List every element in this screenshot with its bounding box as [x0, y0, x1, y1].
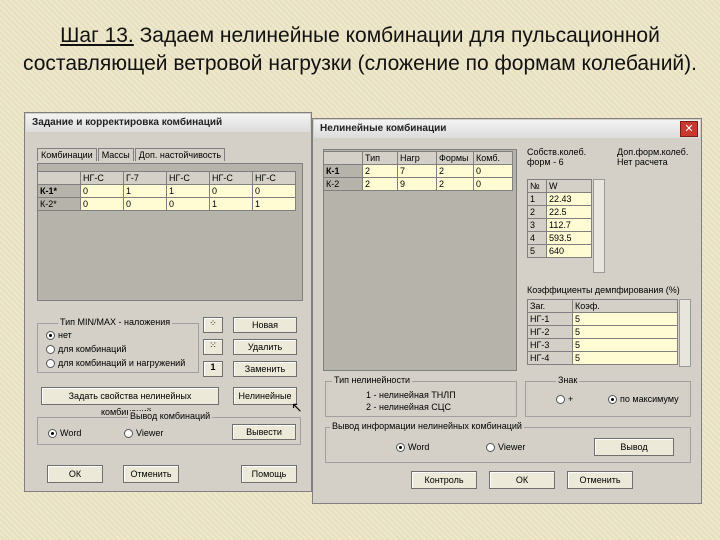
- cancel-button[interactable]: Отменить: [567, 471, 633, 489]
- combinations-table: НГ-С Г-7 НГ-С НГ-С НГ-С К-1* 0 1 1 0 0 К…: [37, 171, 296, 211]
- delete-button[interactable]: Удалить: [233, 339, 297, 355]
- tab-extra[interactable]: Доп. настойчивость: [134, 148, 226, 161]
- radio-icon: [396, 443, 405, 453]
- ok-button[interactable]: ОК: [47, 465, 103, 483]
- radio-none[interactable]: нет: [46, 330, 72, 341]
- ok-button[interactable]: ОК: [489, 471, 555, 489]
- table-row[interactable]: 3 112.7: [527, 218, 592, 232]
- nonlinear-type-group: Тип нелинейности 1 - нелинейная ТНЛП 2 -…: [325, 375, 517, 417]
- replace-button[interactable]: Заменить: [233, 361, 297, 377]
- tab-bar: Комбинации Массы Доп. настойчивость: [37, 148, 226, 161]
- tab-combinations[interactable]: Комбинации: [37, 148, 97, 161]
- combinations-window-titlebar: Задание и корректировка комбинаций: [26, 114, 310, 132]
- table-row[interactable]: К-1 2 7 2 0: [323, 164, 513, 178]
- nonlinear-type-title: Тип нелинейности: [332, 375, 413, 385]
- sign-group: Знак + по максимуму: [525, 375, 691, 417]
- table-row[interactable]: К-1* 0 1 1 0 0: [37, 184, 296, 198]
- new-button[interactable]: Новая: [233, 317, 297, 333]
- tool-icon-button[interactable]: ⁘: [203, 317, 223, 333]
- cancel-button[interactable]: Отменить: [123, 465, 179, 483]
- radio-icon: [486, 443, 495, 453]
- title-step: Шаг 13.: [60, 24, 134, 47]
- nonlinear-type-line: 2 - нелинейная СЦС: [366, 402, 451, 412]
- output-group: Вывод комбинаций Word Viewer Вывести: [37, 411, 301, 445]
- forms-scrollbar[interactable]: [593, 179, 605, 273]
- tool-icon-button[interactable]: ⁙: [203, 339, 223, 355]
- table-row[interactable]: НГ-4 5: [527, 351, 678, 365]
- table-header: №: [527, 179, 547, 193]
- nonlinear-type-line: 1 - нелинейная ТНЛП: [366, 390, 456, 400]
- radio-icon: [46, 331, 55, 341]
- close-icon[interactable]: ✕: [680, 121, 698, 137]
- table-header: НГ-С: [166, 171, 210, 185]
- combinations-window: Задание и корректировка комбинаций Комби…: [24, 112, 312, 492]
- slide-title: Шаг 13. Задаем нелинейные комбинации для…: [20, 22, 700, 78]
- nonlinear-combinations-window: Нелинейные комбинации ✕ Тип Нагр Формы К…: [312, 118, 702, 504]
- radio-viewer[interactable]: Viewer: [124, 428, 163, 439]
- sign-title: Знак: [556, 375, 580, 385]
- radio-sign-max[interactable]: по максимуму: [608, 394, 679, 405]
- table-row[interactable]: 2 22.5: [527, 205, 592, 219]
- table-header: [37, 171, 81, 185]
- help-button[interactable]: Помощь: [241, 465, 297, 483]
- output-button[interactable]: Вывести: [232, 424, 296, 440]
- output-button[interactable]: Вывод: [594, 438, 674, 456]
- damping-label: Коэффициенты демпфирования (%): [527, 285, 680, 295]
- minmax-group-title: Тип MIN/MAX - наложения: [58, 317, 173, 327]
- nonlinear-window-title: Нелинейные комбинации: [320, 123, 447, 134]
- nonlinear-output-title: Вывод информации нелинейных комбинаций: [330, 421, 524, 431]
- forms-table: № W 1 22.43 2 22.5 3 112.7 4 593.5 5 640: [527, 179, 592, 258]
- tab-masses[interactable]: Массы: [97, 148, 134, 161]
- table-header: НГ-С: [80, 171, 124, 185]
- table-header: W: [546, 179, 592, 193]
- nonlinear-table: Тип Нагр Формы Комб. К-1 2 7 2 0 К-2 2 9…: [323, 151, 513, 191]
- mouse-cursor-icon: ↖: [291, 399, 303, 415]
- add-forms-label: Доп.форм.колеб. Нет расчета: [617, 147, 689, 167]
- table-row[interactable]: НГ-1 5: [527, 312, 678, 326]
- table-header: Заг.: [527, 299, 573, 313]
- radio-icon: [48, 429, 57, 439]
- table-row[interactable]: НГ-3 5: [527, 338, 678, 352]
- damping-table: Заг. Коэф. НГ-1 5 НГ-2 5 НГ-3 5 НГ-4 5: [527, 299, 678, 365]
- own-forms-label: Собств.колеб. форм - 6: [527, 147, 587, 167]
- table-header: НГ-С: [252, 171, 296, 185]
- radio-icon: [46, 359, 55, 369]
- table-row[interactable]: К-2 2 9 2 0: [323, 177, 513, 191]
- radio-icon: [556, 395, 565, 405]
- table-header: Комб.: [473, 151, 513, 165]
- damping-scrollbar[interactable]: [679, 299, 691, 367]
- table-row[interactable]: К-2* 0 0 0 1 1: [37, 197, 296, 211]
- table-row[interactable]: 5 640: [527, 244, 592, 258]
- table-row[interactable]: НГ-2 5: [527, 325, 678, 339]
- table-header: Г-7: [123, 171, 167, 185]
- table-row[interactable]: 1 22.43: [527, 192, 592, 206]
- radio-icon: [608, 395, 617, 405]
- number-one-icon[interactable]: 1: [203, 361, 223, 377]
- table-header: Тип: [362, 151, 398, 165]
- nonlinear-button[interactable]: Нелинейные: [233, 387, 297, 405]
- radio-icon: [46, 345, 55, 355]
- radio-combinations-loads[interactable]: для комбинаций и нагружений: [46, 358, 185, 369]
- nonlinear-window-titlebar: Нелинейные комбинации: [314, 120, 700, 138]
- output-group-title: Вывод комбинаций: [128, 411, 213, 421]
- table-header: Нагр: [397, 151, 437, 165]
- minmax-group: Тип MIN/MAX - наложения нет для комбинац…: [37, 317, 199, 373]
- control-button[interactable]: Контроль: [411, 471, 477, 489]
- radio-combinations[interactable]: для комбинаций: [46, 344, 126, 355]
- table-header: Формы: [436, 151, 474, 165]
- radio-word[interactable]: Word: [396, 442, 429, 453]
- combinations-window-title: Задание и корректировка комбинаций: [32, 117, 223, 128]
- table-header: [323, 151, 363, 165]
- radio-sign-plus[interactable]: +: [556, 394, 573, 405]
- table-header: НГ-С: [209, 171, 253, 185]
- table-header: Коэф.: [572, 299, 678, 313]
- radio-icon: [124, 429, 133, 439]
- radio-word[interactable]: Word: [48, 428, 81, 439]
- radio-viewer[interactable]: Viewer: [486, 442, 525, 453]
- nonlinear-output-group: Вывод информации нелинейных комбинаций W…: [325, 421, 691, 463]
- table-row[interactable]: 4 593.5: [527, 231, 592, 245]
- set-properties-button[interactable]: Задать свойства нелинейных комбинаций...: [41, 387, 219, 417]
